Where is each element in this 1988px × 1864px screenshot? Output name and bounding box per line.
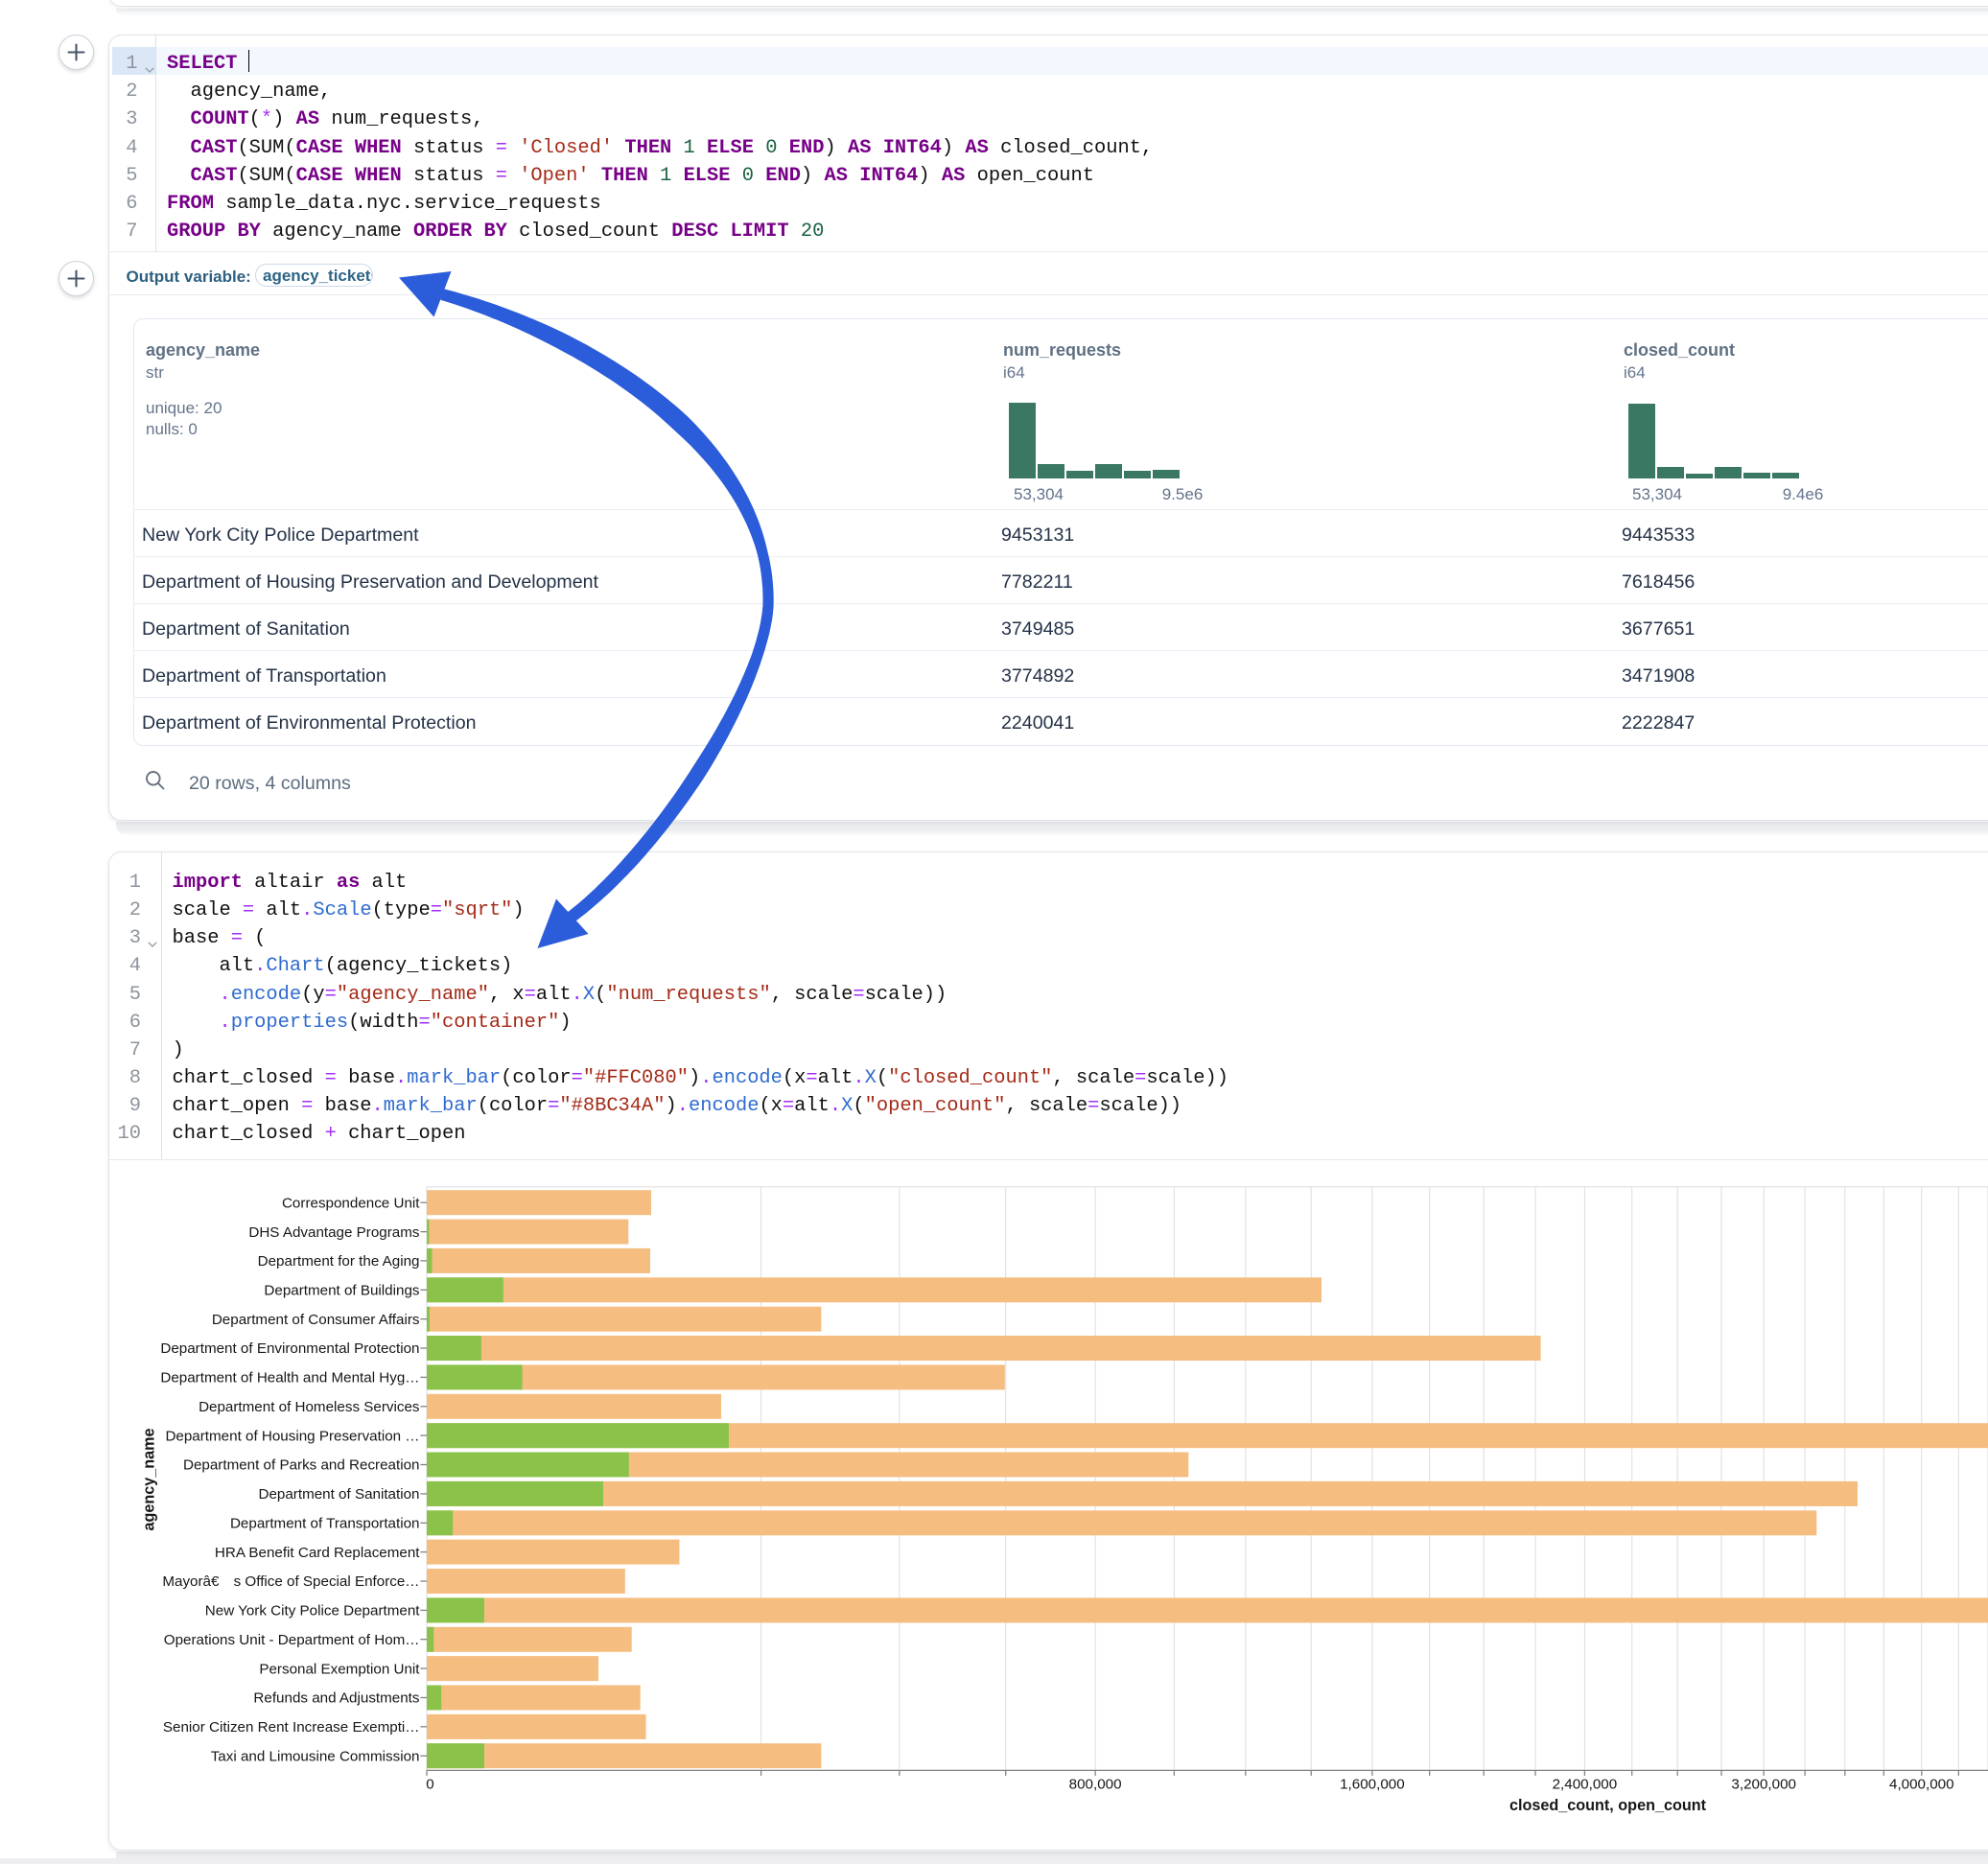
svg-text:Department of Environmental Pr: Department of Environmental Protection	[160, 1340, 419, 1357]
svg-text:4,000,000: 4,000,000	[1889, 1777, 1954, 1793]
svg-text:0: 0	[426, 1777, 433, 1793]
svg-text:Department of Consumer Affairs: Department of Consumer Affairs	[212, 1312, 420, 1328]
svg-text:3,200,000: 3,200,000	[1731, 1777, 1796, 1793]
svg-text:Department of Housing Preserva: Department of Housing Preservation …	[165, 1428, 419, 1444]
svg-text:closed_count, open_count: closed_count, open_count	[1509, 1797, 1707, 1814]
svg-text:Department of Health and Menta: Department of Health and Mental Hyg…	[160, 1370, 419, 1386]
svg-text:DHS Advantage Programs: DHS Advantage Programs	[248, 1224, 420, 1241]
svg-text:1,600,000: 1,600,000	[1340, 1777, 1405, 1793]
svg-text:800,000: 800,000	[1069, 1777, 1122, 1793]
svg-text:Correspondence Unit: Correspondence Unit	[282, 1195, 420, 1211]
svg-text:New York City Police Departmen: New York City Police Department	[205, 1603, 420, 1619]
svg-text:Department of Homeless Service: Department of Homeless Services	[199, 1399, 420, 1415]
svg-text:Mayorâ€ s Office of Special En: Mayorâ€ s Office of Special Enforce…	[162, 1573, 419, 1590]
svg-text:Taxi and Limousine Commission: Taxi and Limousine Commission	[211, 1748, 420, 1764]
svg-text:HRA Benefit Card Replacement: HRA Benefit Card Replacement	[215, 1545, 420, 1561]
svg-text:Department for the Aging: Department for the Aging	[258, 1253, 420, 1270]
svg-text:Department of Buildings: Department of Buildings	[264, 1283, 419, 1299]
svg-text:Department of Sanitation: Department of Sanitation	[258, 1486, 419, 1503]
svg-text:agency_name: agency_name	[141, 1428, 158, 1530]
svg-text:Department of Parks and Recrea: Department of Parks and Recreation	[183, 1457, 420, 1474]
svg-text:Refunds and Adjustments: Refunds and Adjustments	[253, 1690, 419, 1707]
svg-text:Senior Citizen Rent Increase E: Senior Citizen Rent Increase Exempti…	[163, 1719, 420, 1736]
svg-text:Operations Unit - Department o: Operations Unit - Department of Hom…	[164, 1632, 420, 1648]
svg-text:Department of Transportation: Department of Transportation	[230, 1516, 420, 1532]
svg-text:Personal Exemption Unit: Personal Exemption Unit	[259, 1661, 420, 1677]
svg-text:2,400,000: 2,400,000	[1553, 1777, 1618, 1793]
